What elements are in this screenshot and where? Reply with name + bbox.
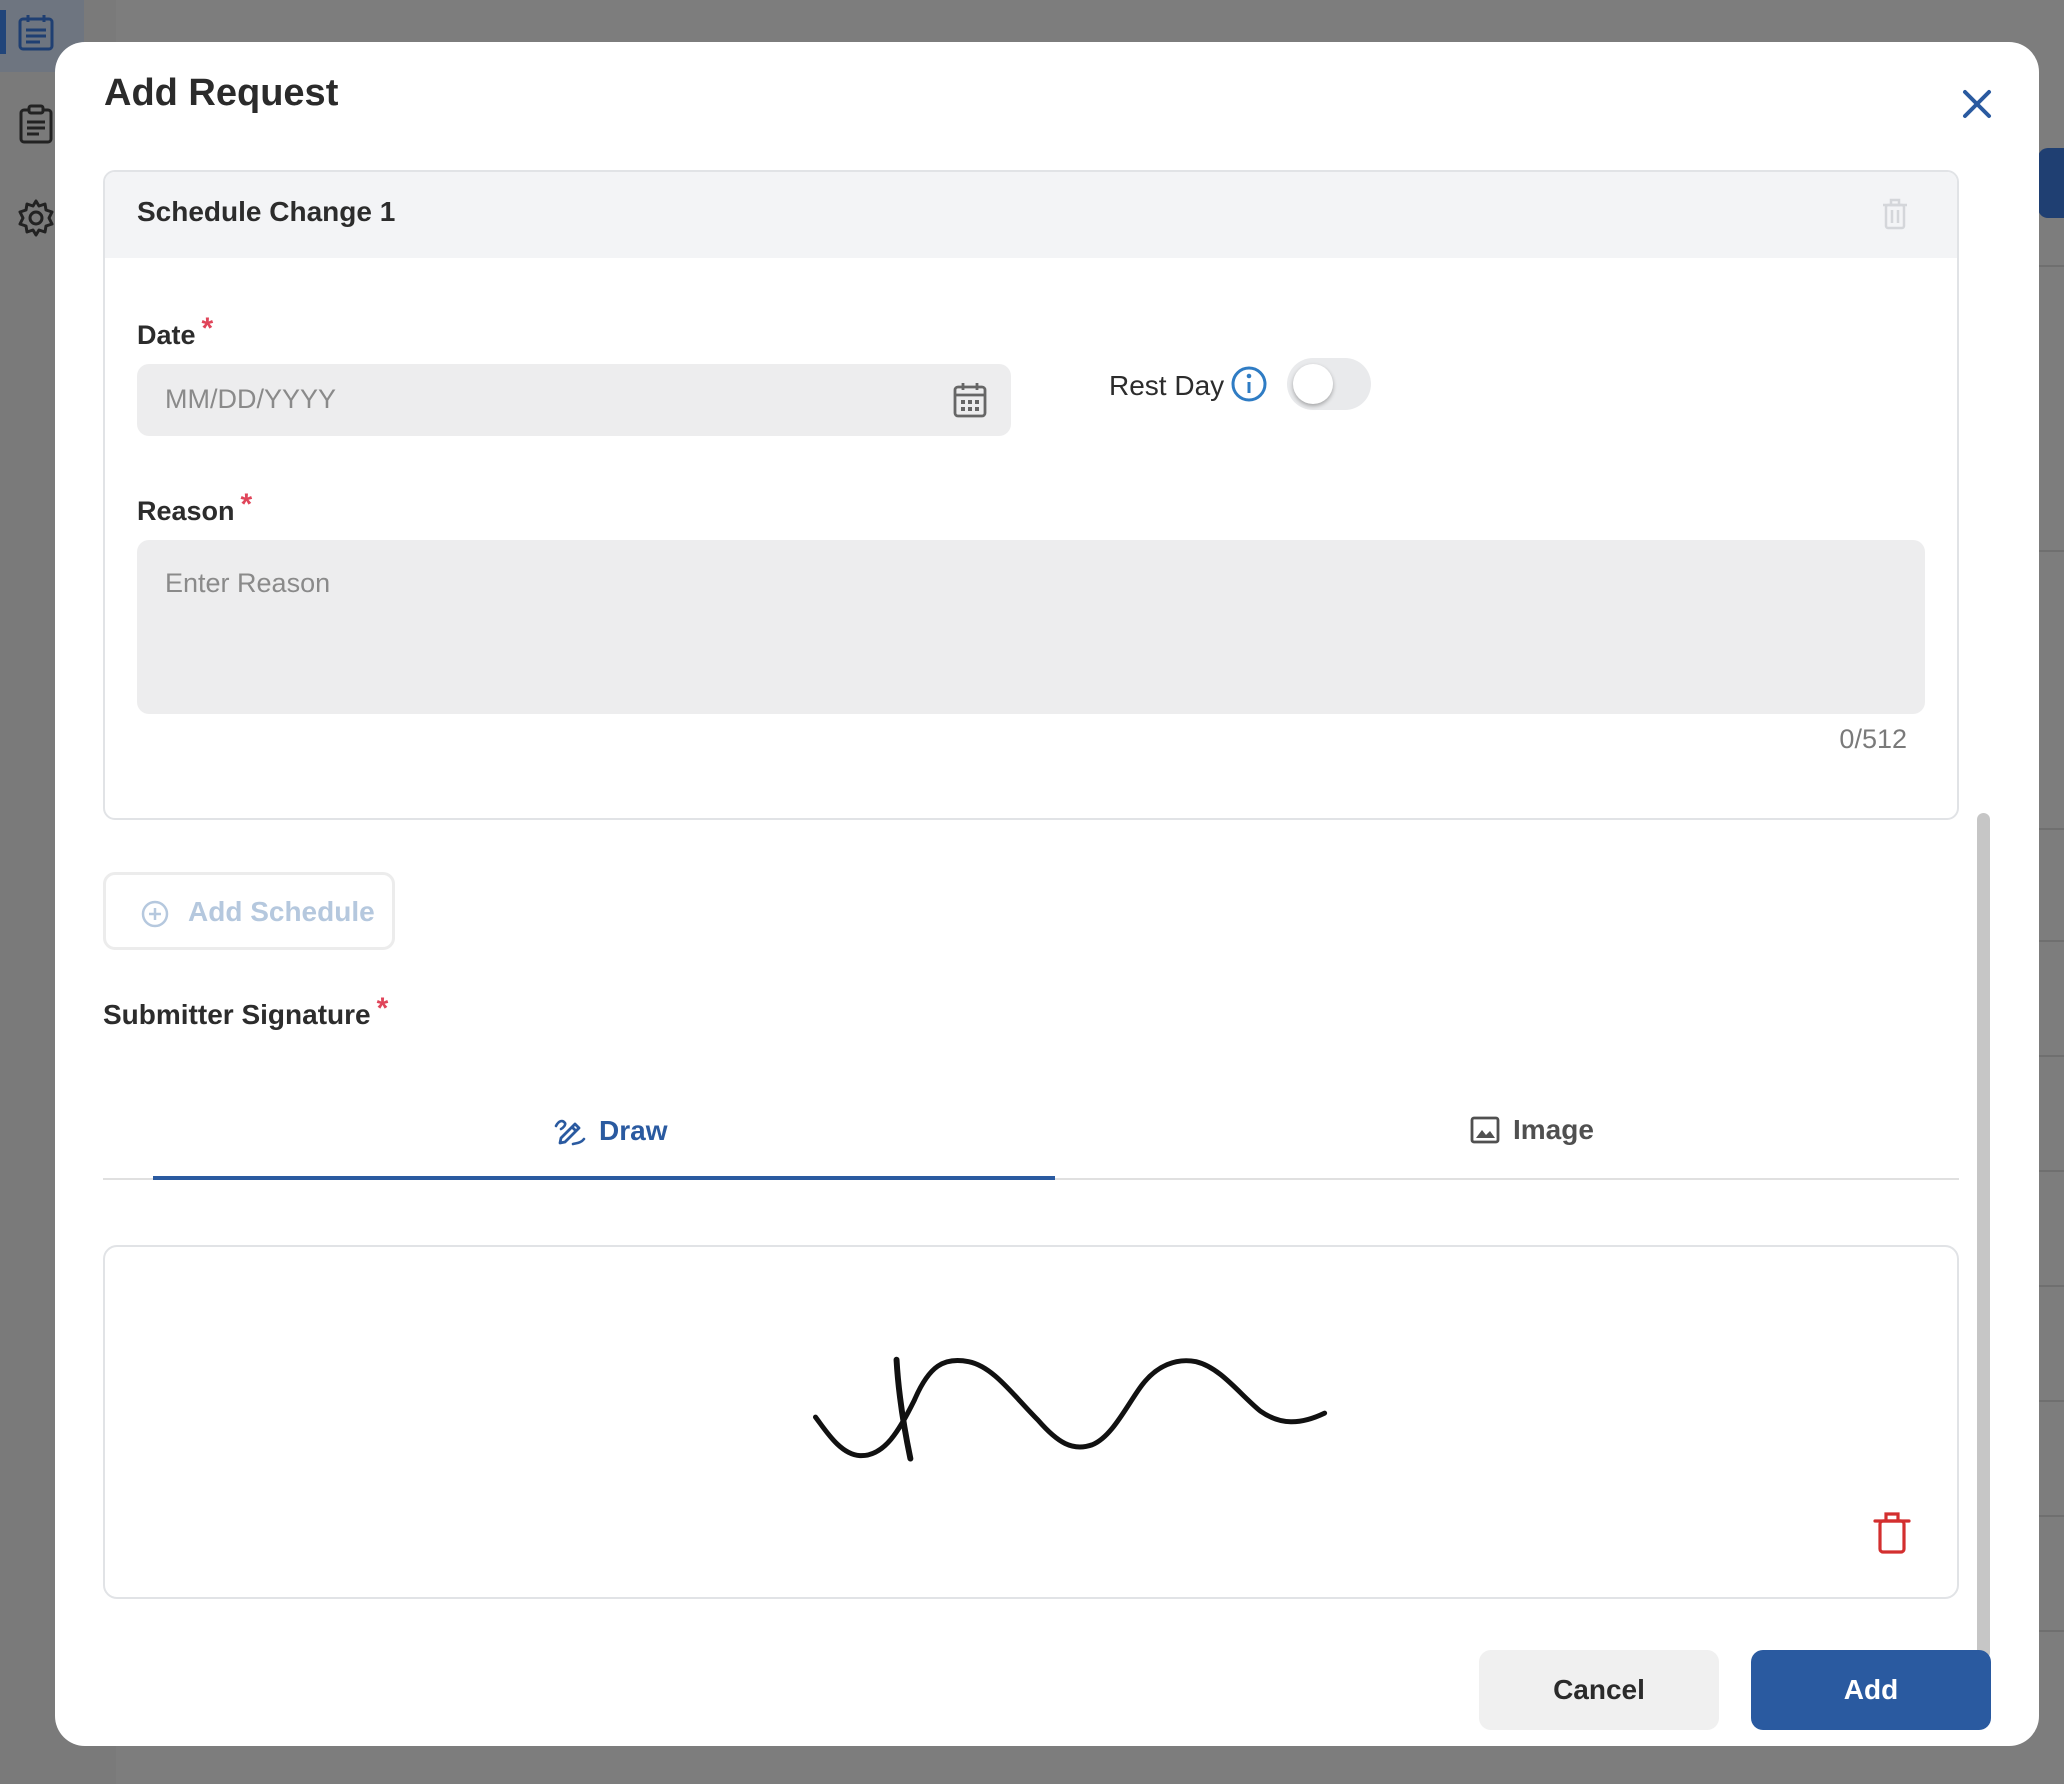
- signature-stroke: [812, 1356, 1328, 1462]
- required-asterisk: *: [240, 488, 253, 521]
- calendar-icon[interactable]: [951, 380, 989, 420]
- date-label-text: Date: [137, 320, 196, 350]
- close-button[interactable]: [1949, 76, 2005, 132]
- schedule-card-header: Schedule Change 1: [105, 172, 1957, 258]
- tab-image-content: Image: [1469, 1114, 1594, 1146]
- rest-day-toggle[interactable]: [1287, 358, 1371, 410]
- signature-canvas[interactable]: [103, 1245, 1959, 1599]
- tab-image[interactable]: Image: [1055, 1090, 1957, 1178]
- calendar-list-icon[interactable]: [16, 12, 56, 52]
- reason-label-text: Reason: [137, 496, 235, 526]
- submitter-signature-label: Submitter Signature *: [103, 992, 388, 1032]
- rest-day-label: Rest Day: [1109, 370, 1225, 401]
- schedule-change-card: Schedule Change 1 Date * MM/DD/YYYY Rest…: [103, 170, 1959, 820]
- dialog-title: Add Request: [104, 72, 339, 114]
- settings-gear-icon[interactable]: [16, 198, 56, 238]
- required-asterisk: *: [376, 992, 389, 1025]
- info-icon[interactable]: [1229, 364, 1269, 404]
- close-icon[interactable]: [1961, 88, 1993, 120]
- reason-char-count: 0/512: [1839, 724, 1907, 754]
- toggle-knob: [1293, 364, 1333, 404]
- plus-circle-icon: [141, 900, 169, 928]
- scrollbar-thumb[interactable]: [1977, 813, 1990, 1659]
- reason-label: Reason *: [137, 488, 252, 528]
- tab-draw-label: Draw: [599, 1115, 668, 1146]
- signature-tabs: Draw Image: [103, 1090, 1959, 1180]
- dialog-body: Schedule Change 1 Date * MM/DD/YYYY Rest…: [55, 170, 2039, 1670]
- signature-label-text: Submitter Signature: [103, 999, 371, 1030]
- add-schedule-button[interactable]: Add Schedule: [103, 872, 395, 950]
- cancel-button[interactable]: Cancel: [1479, 1650, 1719, 1730]
- image-icon: [1470, 1116, 1500, 1144]
- delete-schedule-trash-icon[interactable]: [1879, 196, 1911, 232]
- add-button[interactable]: Add: [1751, 1650, 1991, 1730]
- add-request-dialog: Add Request Schedule Change 1 Date * MM/…: [55, 42, 2039, 1746]
- sidebar-active-indicator: [0, 10, 6, 54]
- reason-textarea[interactable]: Enter Reason: [137, 540, 1925, 714]
- date-placeholder: MM/DD/YYYY: [165, 384, 337, 414]
- date-field[interactable]: MM/DD/YYYY: [137, 364, 1011, 436]
- background-action-button: [2038, 148, 2064, 218]
- pencil-draw-icon: [554, 1119, 586, 1146]
- tab-draw-content: Draw: [553, 1114, 667, 1148]
- active-tab-indicator: [153, 1176, 1055, 1180]
- date-label: Date *: [137, 312, 213, 352]
- clear-signature-trash-icon[interactable]: [1871, 1509, 1913, 1557]
- tab-draw[interactable]: Draw: [153, 1090, 1055, 1180]
- clipboard-icon[interactable]: [16, 104, 56, 144]
- required-asterisk: *: [201, 312, 214, 345]
- add-schedule-label: Add Schedule: [188, 896, 375, 927]
- reason-placeholder: Enter Reason: [165, 568, 331, 598]
- schedule-card-title: Schedule Change 1: [137, 196, 396, 227]
- tab-image-label: Image: [1513, 1114, 1594, 1145]
